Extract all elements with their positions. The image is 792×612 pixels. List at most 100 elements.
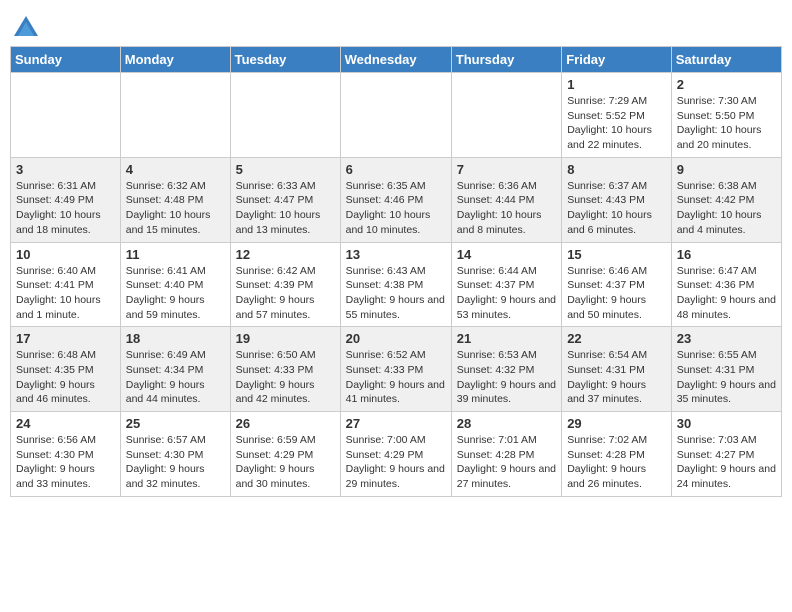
day-info: Sunrise: 6:35 AM Sunset: 4:46 PM Dayligh… — [346, 179, 446, 238]
day-info: Sunrise: 6:32 AM Sunset: 4:48 PM Dayligh… — [126, 179, 225, 238]
calendar-cell: 27 Sunrise: 7:00 AM Sunset: 4:29 PM Dayli… — [340, 412, 451, 497]
weekday-header-friday: Friday — [562, 47, 672, 73]
calendar-cell: 2 Sunrise: 7:30 AM Sunset: 5:50 PM Daylig… — [671, 73, 781, 158]
calendar-cell: 14 Sunrise: 6:44 AM Sunset: 4:37 PM Dayli… — [451, 242, 561, 327]
day-number: 26 — [236, 416, 335, 431]
day-number: 27 — [346, 416, 446, 431]
logo — [10, 14, 40, 38]
day-info: Sunrise: 6:50 AM Sunset: 4:33 PM Dayligh… — [236, 348, 335, 407]
calendar-cell: 15 Sunrise: 6:46 AM Sunset: 4:37 PM Dayli… — [562, 242, 672, 327]
day-number: 24 — [16, 416, 115, 431]
calendar-cell — [340, 73, 451, 158]
day-number: 29 — [567, 416, 666, 431]
calendar-cell — [230, 73, 340, 158]
day-info: Sunrise: 6:41 AM Sunset: 4:40 PM Dayligh… — [126, 264, 225, 323]
day-number: 8 — [567, 162, 666, 177]
day-info: Sunrise: 6:48 AM Sunset: 4:35 PM Dayligh… — [16, 348, 115, 407]
day-number: 7 — [457, 162, 556, 177]
calendar-cell: 21 Sunrise: 6:53 AM Sunset: 4:32 PM Dayli… — [451, 327, 561, 412]
page-header — [10, 10, 782, 38]
calendar-cell — [11, 73, 121, 158]
calendar-cell: 5 Sunrise: 6:33 AM Sunset: 4:47 PM Daylig… — [230, 157, 340, 242]
calendar-cell: 30Sunrise: 7:03 AM Sunset: 4:27 PM Dayli… — [671, 412, 781, 497]
day-number: 18 — [126, 331, 225, 346]
calendar-cell: 7 Sunrise: 6:36 AM Sunset: 4:44 PM Daylig… — [451, 157, 561, 242]
day-info: Sunrise: 6:52 AM Sunset: 4:33 PM Dayligh… — [346, 348, 446, 407]
day-number: 28 — [457, 416, 556, 431]
day-info: Sunrise: 6:33 AM Sunset: 4:47 PM Dayligh… — [236, 179, 335, 238]
day-number: 5 — [236, 162, 335, 177]
weekday-header-sunday: Sunday — [11, 47, 121, 73]
calendar-cell: 26 Sunrise: 6:59 AM Sunset: 4:29 PM Dayli… — [230, 412, 340, 497]
day-info: Sunrise: 7:02 AM Sunset: 4:28 PM Dayligh… — [567, 433, 666, 492]
day-number: 16 — [677, 247, 776, 262]
day-number: 23 — [677, 331, 776, 346]
logo-icon — [12, 14, 40, 42]
day-info: Sunrise: 7:29 AM Sunset: 5:52 PM Dayligh… — [567, 94, 666, 153]
day-info: Sunrise: 6:38 AM Sunset: 4:42 PM Dayligh… — [677, 179, 776, 238]
day-info: Sunrise: 6:53 AM Sunset: 4:32 PM Dayligh… — [457, 348, 556, 407]
day-info: Sunrise: 6:54 AM Sunset: 4:31 PM Dayligh… — [567, 348, 666, 407]
calendar-cell — [120, 73, 230, 158]
weekday-header-tuesday: Tuesday — [230, 47, 340, 73]
calendar-cell: 12Sunrise: 6:42 AM Sunset: 4:39 PM Dayli… — [230, 242, 340, 327]
day-number: 6 — [346, 162, 446, 177]
calendar-cell: 4 Sunrise: 6:32 AM Sunset: 4:48 PM Daylig… — [120, 157, 230, 242]
day-number: 11 — [126, 247, 225, 262]
day-number: 9 — [677, 162, 776, 177]
calendar-cell: 8 Sunrise: 6:37 AM Sunset: 4:43 PM Daylig… — [562, 157, 672, 242]
weekday-header-thursday: Thursday — [451, 47, 561, 73]
calendar-cell: 23 Sunrise: 6:55 AM Sunset: 4:31 PM Dayli… — [671, 327, 781, 412]
day-info: Sunrise: 6:55 AM Sunset: 4:31 PM Dayligh… — [677, 348, 776, 407]
calendar-cell: 10 Sunrise: 6:40 AM Sunset: 4:41 PM Dayli… — [11, 242, 121, 327]
day-info: Sunrise: 6:37 AM Sunset: 4:43 PM Dayligh… — [567, 179, 666, 238]
calendar-cell: 22 Sunrise: 6:54 AM Sunset: 4:31 PM Dayli… — [562, 327, 672, 412]
calendar-cell: 24 Sunrise: 6:56 AM Sunset: 4:30 PM Dayli… — [11, 412, 121, 497]
day-info: Sunrise: 6:40 AM Sunset: 4:41 PM Dayligh… — [16, 264, 115, 323]
calendar-table: SundayMondayTuesdayWednesdayThursdayFrid… — [10, 46, 782, 497]
day-number: 14 — [457, 247, 556, 262]
day-number: 20 — [346, 331, 446, 346]
day-info: Sunrise: 6:47 AM Sunset: 4:36 PM Dayligh… — [677, 264, 776, 323]
day-info: Sunrise: 7:03 AM Sunset: 4:27 PM Dayligh… — [677, 433, 776, 492]
calendar-cell: 3 Sunrise: 6:31 AM Sunset: 4:49 PM Daylig… — [11, 157, 121, 242]
weekday-header-wednesday: Wednesday — [340, 47, 451, 73]
day-info: Sunrise: 7:30 AM Sunset: 5:50 PM Dayligh… — [677, 94, 776, 153]
day-number: 3 — [16, 162, 115, 177]
calendar-cell — [451, 73, 561, 158]
day-number: 2 — [677, 77, 776, 92]
day-number: 21 — [457, 331, 556, 346]
day-info: Sunrise: 6:31 AM Sunset: 4:49 PM Dayligh… — [16, 179, 115, 238]
calendar-cell: 6 Sunrise: 6:35 AM Sunset: 4:46 PM Daylig… — [340, 157, 451, 242]
calendar-cell: 28 Sunrise: 7:01 AM Sunset: 4:28 PM Dayli… — [451, 412, 561, 497]
calendar-cell: 25 Sunrise: 6:57 AM Sunset: 4:30 PM Dayli… — [120, 412, 230, 497]
calendar-cell: 13Sunrise: 6:43 AM Sunset: 4:38 PM Dayli… — [340, 242, 451, 327]
day-number: 15 — [567, 247, 666, 262]
day-number: 25 — [126, 416, 225, 431]
weekday-header-monday: Monday — [120, 47, 230, 73]
weekday-header-saturday: Saturday — [671, 47, 781, 73]
day-info: Sunrise: 6:44 AM Sunset: 4:37 PM Dayligh… — [457, 264, 556, 323]
calendar-cell: 18 Sunrise: 6:49 AM Sunset: 4:34 PM Dayli… — [120, 327, 230, 412]
day-info: Sunrise: 6:46 AM Sunset: 4:37 PM Dayligh… — [567, 264, 666, 323]
day-number: 10 — [16, 247, 115, 262]
calendar-cell: 17Sunrise: 6:48 AM Sunset: 4:35 PM Dayli… — [11, 327, 121, 412]
day-info: Sunrise: 6:59 AM Sunset: 4:29 PM Dayligh… — [236, 433, 335, 492]
day-number: 1 — [567, 77, 666, 92]
calendar-cell: 29 Sunrise: 7:02 AM Sunset: 4:28 PM Dayli… — [562, 412, 672, 497]
calendar-cell: 19 Sunrise: 6:50 AM Sunset: 4:33 PM Dayli… — [230, 327, 340, 412]
day-number: 12 — [236, 247, 335, 262]
calendar-cell: 11 Sunrise: 6:41 AM Sunset: 4:40 PM Dayli… — [120, 242, 230, 327]
day-info: Sunrise: 7:00 AM Sunset: 4:29 PM Dayligh… — [346, 433, 446, 492]
day-number: 4 — [126, 162, 225, 177]
day-info: Sunrise: 6:56 AM Sunset: 4:30 PM Dayligh… — [16, 433, 115, 492]
calendar-cell: 1 Sunrise: 7:29 AM Sunset: 5:52 PM Daylig… — [562, 73, 672, 158]
day-info: Sunrise: 6:36 AM Sunset: 4:44 PM Dayligh… — [457, 179, 556, 238]
day-number: 19 — [236, 331, 335, 346]
day-info: Sunrise: 6:43 AM Sunset: 4:38 PM Dayligh… — [346, 264, 446, 323]
day-info: Sunrise: 7:01 AM Sunset: 4:28 PM Dayligh… — [457, 433, 556, 492]
day-info: Sunrise: 6:57 AM Sunset: 4:30 PM Dayligh… — [126, 433, 225, 492]
calendar-cell: 20 Sunrise: 6:52 AM Sunset: 4:33 PM Dayli… — [340, 327, 451, 412]
day-number: 22 — [567, 331, 666, 346]
day-info: Sunrise: 6:49 AM Sunset: 4:34 PM Dayligh… — [126, 348, 225, 407]
